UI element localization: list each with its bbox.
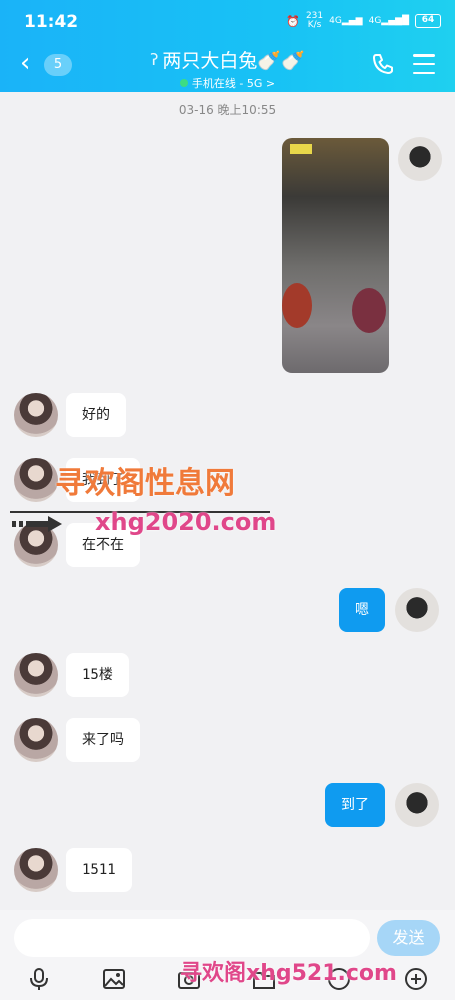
contact-title: ʔ 两只大白兔🍼🍼 <box>110 46 345 73</box>
image-message[interactable] <box>282 138 389 373</box>
status-icons: ⏰ 231 K/s 4G▂▄▆ 4G▂▄▆█ 64 <box>286 12 441 30</box>
microphone-icon[interactable] <box>26 966 52 992</box>
message-row: 到了 <box>325 783 439 827</box>
watermark-ruler <box>10 511 270 513</box>
phone-icon[interactable] <box>371 52 395 76</box>
avatar[interactable] <box>14 458 58 502</box>
message-row: 我到了 <box>14 458 140 502</box>
menu-icon[interactable] <box>413 54 435 74</box>
avatar[interactable] <box>395 588 439 632</box>
message-bubble[interactable]: 15楼 <box>66 653 129 697</box>
arrow-icon <box>12 516 62 532</box>
folder-icon[interactable] <box>251 966 277 992</box>
status-bar: 11:42 ⏰ 231 K/s 4G▂▄▆ 4G▂▄▆█ 64 <box>0 0 455 44</box>
avatar[interactable] <box>14 653 58 697</box>
contact-name: 两只大白兔🍼🍼 <box>162 50 305 72</box>
message-row: 15楼 <box>14 653 129 697</box>
message-bubble[interactable]: 1511 <box>66 848 132 892</box>
message-input[interactable] <box>14 919 370 957</box>
avatar[interactable] <box>14 393 58 437</box>
signal-icon: 4G▂▄▆ <box>329 16 363 26</box>
message-row: 1511 <box>14 848 132 892</box>
chat-header: 11:42 ⏰ 231 K/s 4G▂▄▆ 4G▂▄▆█ 64 ‹ 5 ʔ 两只… <box>0 0 455 92</box>
photo-object <box>282 283 312 328</box>
signal-icon-2: 4G▂▄▆█ <box>368 16 409 26</box>
photo-object <box>352 288 386 333</box>
message-bubble[interactable]: 嗯 <box>339 588 385 632</box>
online-status: 手机在线 - 5G > <box>110 75 345 91</box>
photo-sign <box>290 144 312 154</box>
message-bubble[interactable]: 到了 <box>325 783 385 827</box>
unread-count-badge[interactable]: 5 <box>44 54 72 76</box>
message-row: 嗯 <box>339 588 439 632</box>
emoji-icon[interactable] <box>326 966 352 992</box>
message-bubble[interactable]: 好的 <box>66 393 126 437</box>
status-time: 11:42 <box>24 12 79 32</box>
send-button[interactable]: 发送 <box>377 920 440 956</box>
camera-icon[interactable] <box>176 966 202 992</box>
back-arrow-icon[interactable]: ‹ <box>20 50 30 76</box>
online-dot-icon <box>179 79 188 87</box>
message-bubble[interactable]: 我到了 <box>66 458 140 502</box>
message-row: 好的 <box>14 393 126 437</box>
my-avatar-row <box>398 137 442 181</box>
message-row: 来了吗 <box>14 718 140 762</box>
contact-title-area[interactable]: ʔ 两只大白兔🍼🍼 手机在线 - 5G > <box>110 46 345 91</box>
plus-icon[interactable] <box>403 966 429 992</box>
avatar[interactable] <box>14 718 58 762</box>
nav-row: ‹ 5 ʔ 两只大白兔🍼🍼 手机在线 - 5G > <box>0 44 455 92</box>
image-icon[interactable] <box>101 966 127 992</box>
alarm-icon: ⏰ <box>286 14 300 28</box>
avatar[interactable] <box>14 848 58 892</box>
ear-icon: ʔ <box>150 50 159 69</box>
online-status-text: 手机在线 - 5G > <box>191 77 276 90</box>
chat-timestamp: 03-16 晚上10:55 <box>178 103 277 117</box>
battery-icon: 64 <box>415 14 441 28</box>
message-bubble[interactable]: 在不在 <box>66 523 140 567</box>
message-bubble[interactable]: 来了吗 <box>66 718 140 762</box>
avatar[interactable] <box>398 137 442 181</box>
net-speed: 231 K/s <box>305 11 324 30</box>
avatar[interactable] <box>395 783 439 827</box>
chat-toolbar <box>0 958 455 1000</box>
